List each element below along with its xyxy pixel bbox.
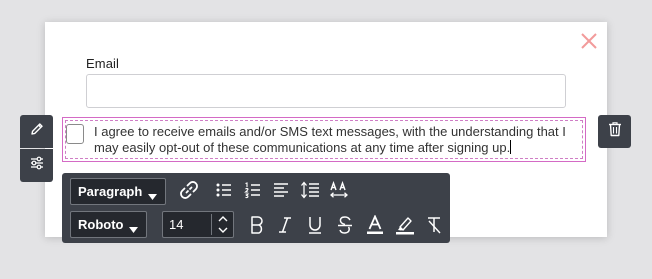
caret-down-icon xyxy=(129,221,138,236)
font-family-value: Roboto xyxy=(78,217,124,232)
align-left-icon[interactable] xyxy=(270,179,292,201)
stepper-chevrons-icon xyxy=(218,216,228,233)
font-family-select[interactable]: Roboto xyxy=(70,211,147,238)
strikethrough-icon[interactable] xyxy=(334,214,356,236)
email-field[interactable] xyxy=(86,74,566,108)
caret-down-icon xyxy=(148,188,157,203)
line-height-icon[interactable] xyxy=(299,179,321,201)
highlighter-icon[interactable] xyxy=(394,214,416,236)
underline-icon[interactable] xyxy=(304,214,326,236)
edit-button[interactable] xyxy=(20,115,53,148)
clear-format-icon[interactable] xyxy=(423,214,445,236)
consent-text-content: I agree to receive emails and/or SMS tex… xyxy=(94,124,566,155)
paragraph-style-select[interactable]: Paragraph xyxy=(70,178,166,205)
consent-text[interactable]: I agree to receive emails and/or SMS tex… xyxy=(94,124,578,156)
unlink-icon[interactable] xyxy=(178,179,200,201)
bullet-list-icon[interactable] xyxy=(213,179,235,201)
email-label: Email xyxy=(86,56,120,71)
italic-icon[interactable] xyxy=(274,214,296,236)
paragraph-style-value: Paragraph xyxy=(78,184,143,199)
delete-button[interactable] xyxy=(598,115,631,148)
bold-icon[interactable] xyxy=(246,214,268,236)
settings-button[interactable] xyxy=(20,149,53,182)
sliders-icon xyxy=(29,155,45,176)
pencil-icon xyxy=(29,121,45,142)
text-caret xyxy=(510,140,512,154)
font-size-stepper[interactable] xyxy=(211,214,233,235)
trash-icon xyxy=(608,121,622,142)
letter-spacing-icon[interactable] xyxy=(328,179,350,201)
font-size-input[interactable]: 14 xyxy=(163,212,211,237)
text-color-icon[interactable] xyxy=(364,214,386,236)
consent-checkbox[interactable] xyxy=(66,124,84,144)
numbered-list-icon[interactable] xyxy=(242,179,264,201)
font-size-control: 14 xyxy=(162,211,234,238)
close-icon[interactable] xyxy=(579,31,599,51)
